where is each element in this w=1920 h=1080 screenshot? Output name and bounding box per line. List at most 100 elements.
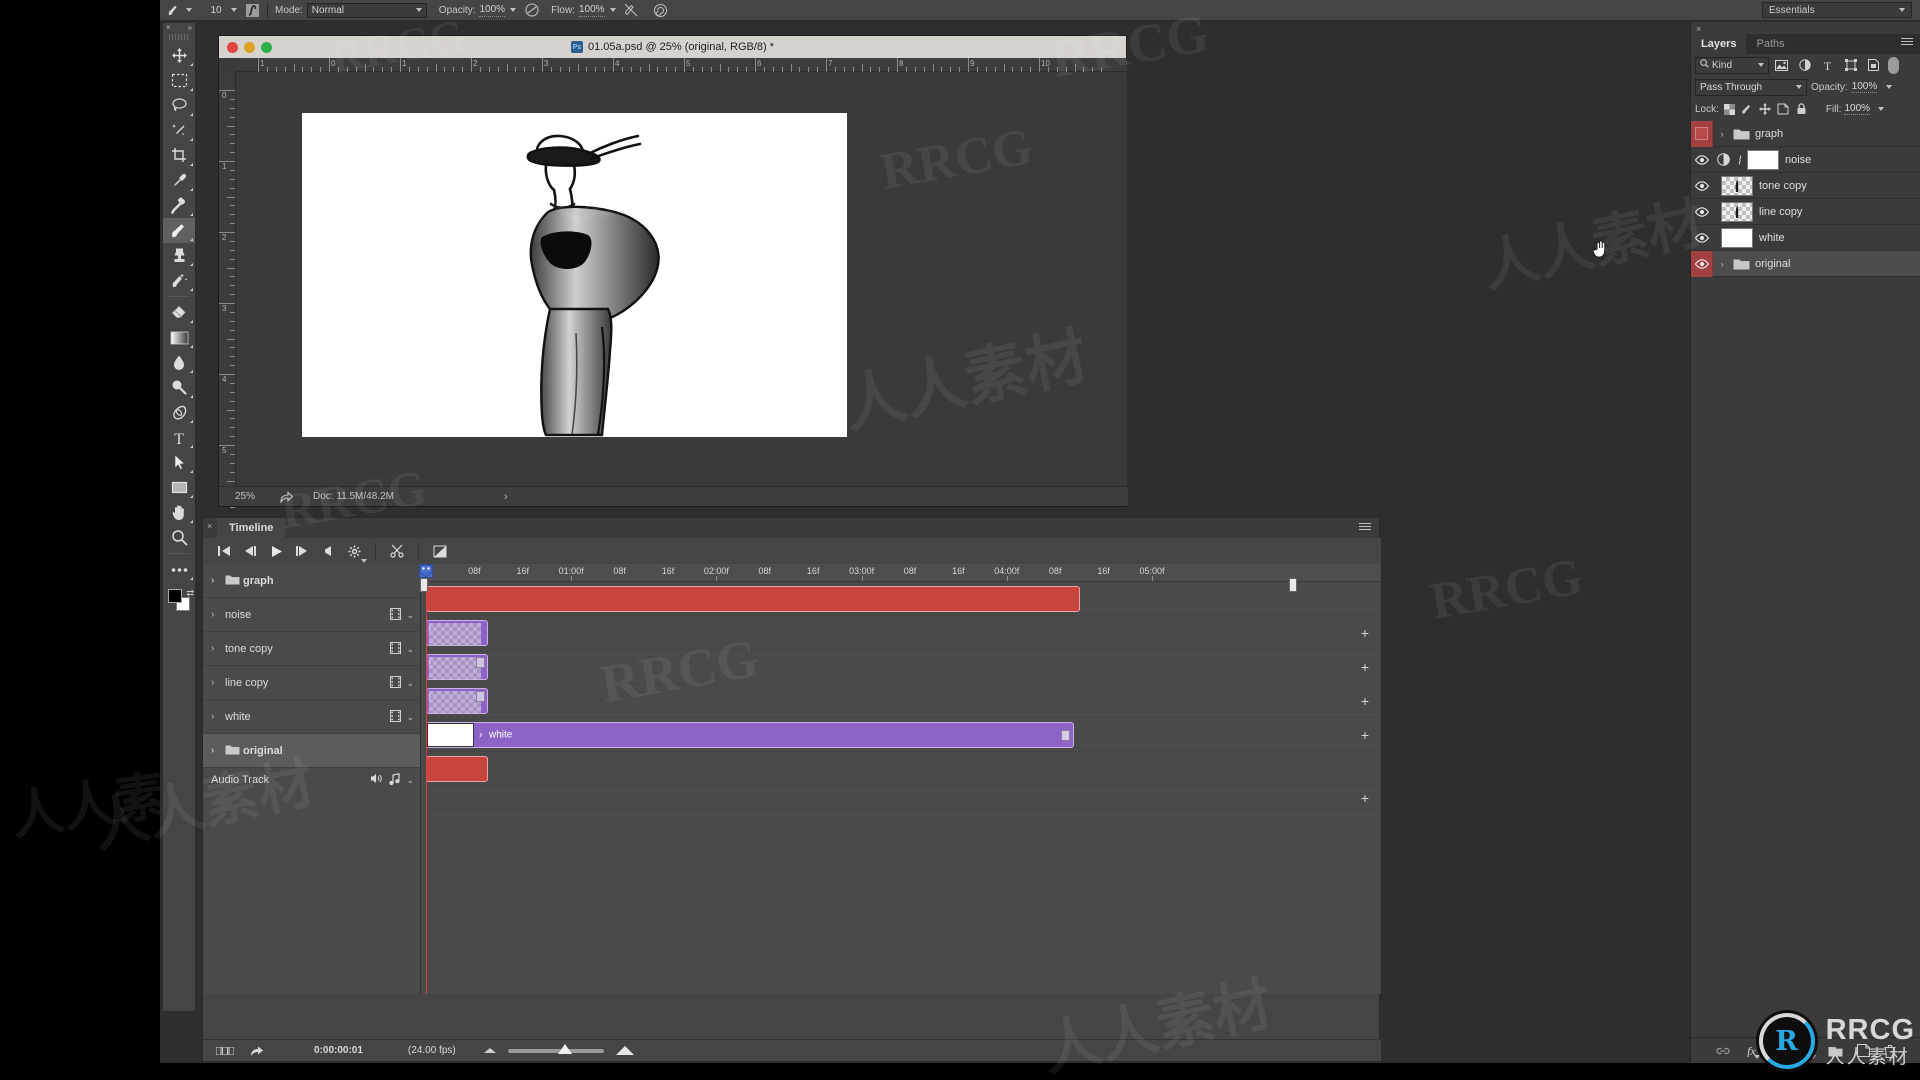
timeline-clip-row[interactable]: › + bbox=[421, 616, 1381, 650]
work-area-end-handle[interactable] bbox=[1289, 578, 1297, 592]
timeline-clip[interactable]: › bbox=[426, 620, 488, 646]
shape-filter-icon[interactable] bbox=[1840, 56, 1861, 74]
layers-list[interactable]: › graph noise tone copy line copy white › origi… bbox=[1691, 120, 1920, 281]
track-disclosure-arrow[interactable]: › bbox=[211, 609, 225, 620]
zoom-slider-knob[interactable] bbox=[557, 1043, 572, 1054]
blend-mode-dropdown[interactable]: Pass Through bbox=[1695, 78, 1807, 96]
timeline-track-row[interactable]: › noise ⌄ bbox=[203, 598, 420, 632]
layer-visibility-toggle[interactable] bbox=[1691, 206, 1713, 217]
quick-selection-tool[interactable] bbox=[163, 118, 195, 143]
canvas-area[interactable] bbox=[237, 73, 1127, 487]
filter-toggle-switch[interactable] bbox=[1888, 56, 1899, 74]
toolbar-expand-icon[interactable]: » bbox=[188, 24, 192, 32]
brush-size-value[interactable]: 10 bbox=[206, 0, 226, 21]
timeline-clip[interactable]: › white bbox=[426, 722, 1074, 748]
history-brush-tool[interactable] bbox=[163, 268, 195, 293]
type-filter-icon[interactable]: T bbox=[1817, 56, 1838, 74]
filmstrip-icon[interactable] bbox=[390, 675, 402, 691]
timeline-clip-row[interactable] bbox=[421, 582, 1381, 616]
next-frame-button[interactable] bbox=[289, 540, 315, 562]
brush-tool[interactable] bbox=[163, 218, 195, 243]
transition-button[interactable] bbox=[427, 540, 453, 562]
adjustment-layer-icon[interactable] bbox=[1713, 153, 1733, 166]
chevron-down-icon[interactable]: ⌄ bbox=[406, 610, 414, 621]
layer-row[interactable]: › original bbox=[1691, 250, 1920, 277]
layer-row[interactable]: › graph bbox=[1691, 120, 1920, 147]
toolbar-close-icon[interactable]: × bbox=[166, 24, 171, 32]
work-area-start-handle[interactable] bbox=[420, 578, 428, 592]
path-selection-tool[interactable] bbox=[163, 450, 195, 475]
clone-stamp-tool[interactable] bbox=[163, 243, 195, 268]
pressure-opacity-icon[interactable] bbox=[524, 3, 539, 18]
layer-visibility-toggle[interactable] bbox=[1691, 250, 1713, 277]
move-tool[interactable] bbox=[163, 43, 195, 68]
flow-value[interactable]: 100% bbox=[578, 4, 605, 17]
add-media-button[interactable]: + bbox=[1361, 626, 1369, 640]
timeline-settings-button[interactable] bbox=[341, 540, 367, 563]
close-window-button[interactable] bbox=[227, 42, 238, 53]
layer-fill-value[interactable]: 100% bbox=[1844, 103, 1871, 115]
keyframe-marker[interactable] bbox=[476, 691, 485, 702]
layers-panel-menu-icon[interactable] bbox=[1901, 38, 1913, 47]
tab-paths[interactable]: Paths bbox=[1746, 34, 1794, 54]
status-expand-arrow[interactable]: › bbox=[504, 491, 508, 503]
document-canvas[interactable] bbox=[302, 113, 847, 437]
zoom-level[interactable]: 25% bbox=[219, 491, 271, 502]
chevron-down-icon[interactable]: ⌄ bbox=[406, 678, 414, 689]
airbrush-icon[interactable] bbox=[624, 3, 639, 18]
eyedropper-tool[interactable] bbox=[163, 168, 195, 193]
layer-name[interactable]: white bbox=[1759, 232, 1785, 244]
lock-all-icon[interactable] bbox=[1794, 101, 1809, 117]
timeline-clip[interactable]: › bbox=[426, 688, 488, 714]
maximize-window-button[interactable] bbox=[261, 42, 272, 53]
layer-row[interactable]: line copy bbox=[1691, 199, 1920, 225]
edit-toolbar-tool[interactable] bbox=[163, 557, 195, 582]
layer-row[interactable]: white bbox=[1691, 225, 1920, 251]
mask-link-icon[interactable] bbox=[1733, 154, 1747, 166]
rectangle-tool[interactable] bbox=[163, 475, 195, 500]
audio-mute-button[interactable] bbox=[315, 540, 341, 562]
eraser-tool[interactable] bbox=[163, 300, 195, 325]
chevron-down-icon[interactable]: ⌄ bbox=[406, 644, 414, 655]
clip-disclosure-arrow[interactable]: › bbox=[428, 657, 431, 667]
layer-thumbnail[interactable] bbox=[1721, 175, 1753, 196]
blur-tool[interactable] bbox=[163, 350, 195, 375]
layer-thumbnail[interactable] bbox=[1721, 201, 1753, 222]
dodge-tool[interactable] bbox=[163, 375, 195, 400]
current-time-display[interactable]: 0:00:00:01 bbox=[314, 1045, 363, 1056]
clip-disclosure-arrow[interactable]: › bbox=[428, 691, 431, 701]
track-disclosure-arrow[interactable]: › bbox=[211, 575, 225, 586]
track-disclosure-arrow[interactable]: › bbox=[211, 643, 225, 654]
layer-visibility-toggle[interactable] bbox=[1691, 120, 1713, 147]
timeline-clip[interactable] bbox=[426, 586, 1080, 612]
lock-position-icon[interactable] bbox=[1758, 101, 1773, 117]
layer-visibility-toggle[interactable] bbox=[1691, 154, 1713, 165]
toolbar-drag-handle[interactable] bbox=[169, 34, 189, 40]
playhead-handle[interactable] bbox=[419, 564, 433, 578]
layer-visibility-toggle[interactable] bbox=[1691, 180, 1713, 191]
zoom-in-icon[interactable] bbox=[615, 1046, 634, 1055]
track-options[interactable]: ⌄ bbox=[390, 598, 414, 632]
timeline-clip[interactable]: › bbox=[426, 654, 488, 680]
smart-object-filter-icon[interactable] bbox=[1863, 56, 1884, 74]
minimize-window-button[interactable] bbox=[244, 42, 255, 53]
type-tool[interactable]: T bbox=[163, 425, 195, 450]
pen-tool[interactable] bbox=[163, 400, 195, 425]
filmstrip-icon[interactable] bbox=[390, 709, 402, 725]
keyframe-marker[interactable] bbox=[476, 657, 485, 668]
pixel-filter-icon[interactable] bbox=[1771, 56, 1792, 74]
layer-visibility-toggle[interactable] bbox=[1691, 232, 1713, 243]
keyframe-marker[interactable] bbox=[1061, 730, 1070, 741]
layer-name[interactable]: noise bbox=[1785, 154, 1811, 166]
timeline-clip-row[interactable]: › + bbox=[421, 650, 1381, 684]
lasso-tool[interactable] bbox=[163, 93, 195, 118]
clip-disclosure-arrow[interactable]: › bbox=[479, 730, 482, 741]
timeline-panel-menu-icon[interactable] bbox=[1359, 523, 1371, 533]
flow-dropdown[interactable] bbox=[605, 0, 616, 21]
opacity-dropdown[interactable] bbox=[505, 0, 517, 21]
filmstrip-icon[interactable] bbox=[390, 641, 402, 657]
layer-row[interactable]: noise bbox=[1691, 147, 1920, 173]
crop-tool[interactable] bbox=[163, 143, 195, 168]
timeline-track-row[interactable]: › white ⌄ bbox=[203, 700, 420, 734]
gradient-tool[interactable] bbox=[163, 325, 195, 350]
